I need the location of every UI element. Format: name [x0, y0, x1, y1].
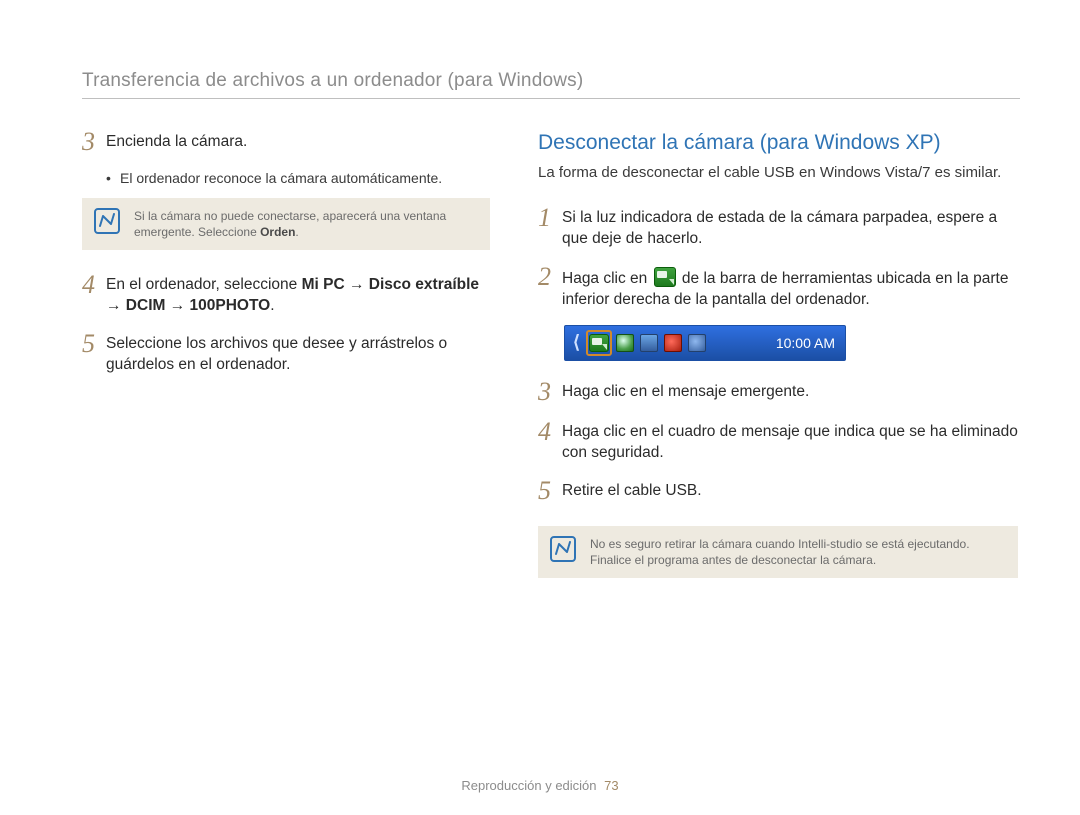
page: Transferencia de archivos a un ordenador… — [0, 0, 1080, 815]
footer-section: Reproducción y edición — [461, 778, 596, 793]
step-number: 3 — [82, 129, 106, 155]
step-text: Encienda la cámara. — [106, 129, 247, 155]
section-intro: La forma de desconectar el cable USB en … — [538, 163, 1018, 183]
right-step-4: 4 Haga clic en el cuadro de mensaje que … — [538, 419, 1018, 464]
step-number: 5 — [538, 478, 562, 504]
tray-network-icon — [688, 334, 706, 352]
tray-volume-icon — [664, 334, 682, 352]
section-title: Desconectar la cámara (para Windows XP) — [538, 131, 1018, 155]
step-number: 5 — [82, 331, 106, 376]
right-step-2: 2 Haga clic en de la barra de herramient… — [538, 264, 1018, 311]
step-text: Haga clic en de la barra de herramientas… — [562, 264, 1018, 311]
highlighted-tray-icon — [586, 330, 612, 356]
right-step-5: 5 Retire el cable USB. — [538, 478, 1018, 504]
step-number: 2 — [538, 264, 562, 311]
note-icon — [94, 208, 120, 234]
right-column: Desconectar la cámara (para Windows XP) … — [538, 129, 1018, 600]
left-bullet-list: El ordenador reconoce la cámara automáti… — [106, 169, 490, 188]
two-column-layout: 3 Encienda la cámara. El ordenador recon… — [82, 129, 1020, 600]
note-box-1: Si la cámara no puede conectarse, aparec… — [82, 198, 490, 250]
page-footer: Reproducción y edición 73 — [0, 778, 1080, 793]
step-text: Retire el cable USB. — [562, 478, 702, 504]
left-step-3: 3 Encienda la cámara. — [82, 129, 490, 155]
step-text: Seleccione los archivos que desee y arrá… — [106, 331, 490, 376]
step-number: 1 — [538, 205, 562, 250]
step-text: Haga clic en el cuadro de mensaje que in… — [562, 419, 1018, 464]
step-number: 3 — [538, 379, 562, 405]
right-step-1: 1 Si la luz indicadora de estada de la c… — [538, 205, 1018, 250]
note-icon — [550, 536, 576, 562]
step4-pre: En el ordenador, seleccione — [106, 276, 302, 293]
note-text: No es seguro retirar la cámara cuando In… — [590, 536, 1006, 568]
step4-post: . — [270, 297, 274, 314]
note-text-c: . — [295, 225, 298, 239]
step-text: En el ordenador, seleccione Mi PC → Disc… — [106, 272, 490, 317]
step-number: 4 — [538, 419, 562, 464]
note-box-2: No es seguro retirar la cámara cuando In… — [538, 526, 1018, 578]
safely-remove-hardware-icon — [654, 267, 676, 287]
chevron-icon: ⟨ — [573, 332, 580, 353]
windows-taskbar-screenshot: ⟨ 10:00 AM — [564, 325, 846, 361]
taskbar-clock: 10:00 AM — [776, 335, 835, 351]
tray-monitor-icon — [640, 334, 658, 352]
note-text-bold: Orden — [260, 225, 295, 239]
step-number: 4 — [82, 272, 106, 317]
step-text: Haga clic en el mensaje emergente. — [562, 379, 809, 405]
footer-page-number: 73 — [604, 778, 618, 793]
safely-remove-hardware-icon — [589, 334, 609, 352]
tray-shield-icon — [616, 334, 634, 352]
step2-pre: Haga clic en — [562, 270, 652, 287]
step-text: Si la luz indicadora de estada de la cám… — [562, 205, 1018, 250]
bullet-item: El ordenador reconoce la cámara automáti… — [106, 169, 490, 188]
page-header-title: Transferencia de archivos a un ordenador… — [82, 70, 1020, 92]
left-column: 3 Encienda la cámara. El ordenador recon… — [82, 129, 522, 600]
left-step-5: 5 Seleccione los archivos que desee y ar… — [82, 331, 490, 376]
note-text: Si la cámara no puede conectarse, aparec… — [134, 208, 478, 240]
right-step-3: 3 Haga clic en el mensaje emergente. — [538, 379, 1018, 405]
left-step-4: 4 En el ordenador, seleccione Mi PC → Di… — [82, 272, 490, 317]
header-rule — [82, 98, 1020, 99]
